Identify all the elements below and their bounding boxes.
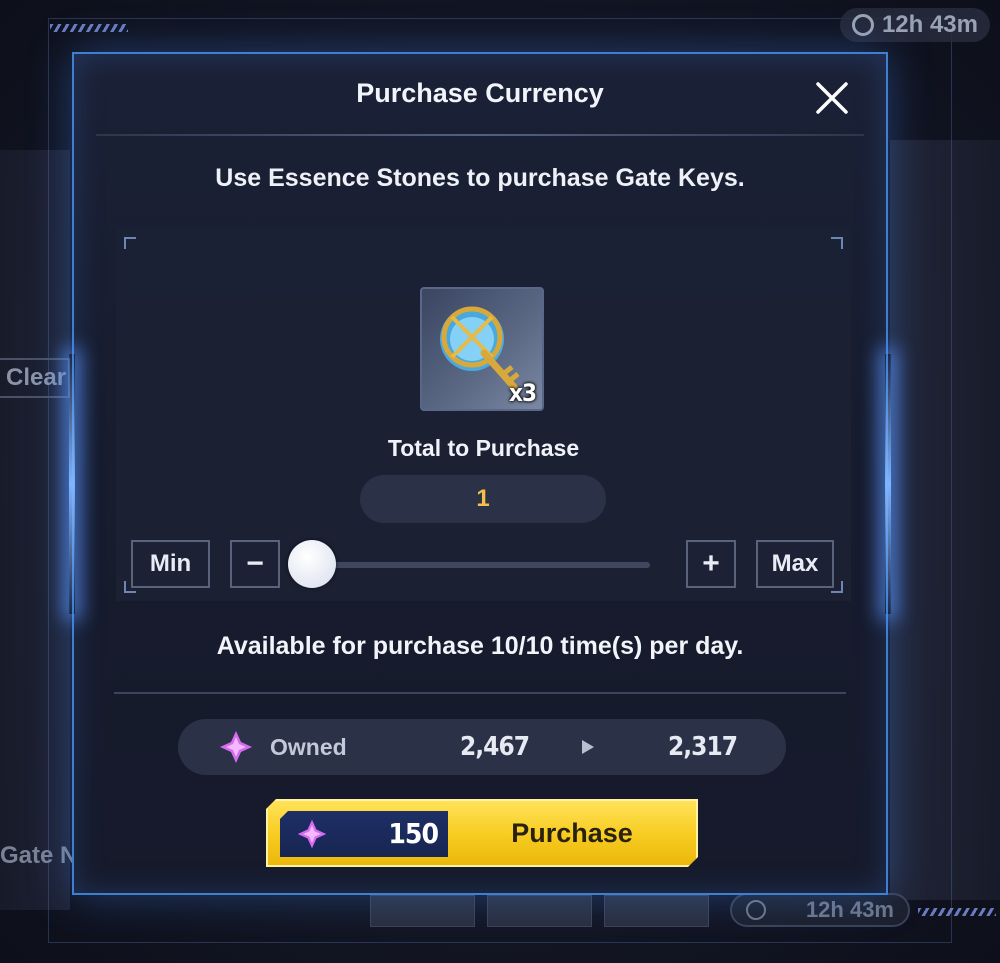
background-gate-label: Gate N [0,842,78,869]
essence-stone-icon [220,731,252,763]
decrease-button[interactable]: − [230,540,280,588]
background-timer-bottom: 12h 43m [729,893,910,927]
clock-icon [745,900,766,920]
quantity-slider-track[interactable] [302,562,650,568]
purchase-cost-value: 150 [388,817,438,850]
close-button[interactable] [812,78,852,118]
purchase-button-label: Purchase [511,818,633,848]
background-slot [487,895,592,927]
timer-text: 12h 43m [805,897,894,922]
purchase-cost: 150 [280,811,448,857]
owned-balance-bar: Owned 2,467 2,317 [178,719,786,775]
section-divider [114,692,846,694]
purchase-currency-dialog: Purchase Currency Use Essence Stones to … [69,52,891,895]
background-stripe-right [918,908,996,916]
gate-key-item[interactable]: x3 [420,287,544,411]
background-slots [370,895,709,927]
item-panel: x3 Total to Purchase 1 Min − + Max [116,229,851,601]
corner-bracket [831,237,843,249]
background-stripe [50,24,128,32]
clock-icon [851,14,874,36]
total-to-purchase-label: Total to Purchase [387,435,580,461]
owned-after-value: 2,317 [668,732,738,762]
owned-label: Owned [270,734,347,760]
purchase-limit-text: Available for purchase 10/10 time(s) per… [216,632,744,660]
owned-current-value: 2,467 [460,732,530,762]
dialog-title: Purchase Currency [356,78,604,108]
background-clear-button: Clear [0,358,70,398]
arrow-right-icon [582,740,594,754]
max-button[interactable]: Max [756,540,834,588]
total-quantity-value: 1 [360,475,606,523]
dialog-subtitle: Use Essence Stones to purchase Gate Keys… [215,164,745,192]
item-quantity-badge: x3 [509,379,537,407]
min-button[interactable]: Min [131,540,210,588]
background-timer: 12h 43m [839,8,990,42]
quantity-slider-thumb[interactable] [288,540,336,588]
title-divider [96,134,864,136]
purchase-button[interactable]: 150 Purchase [266,799,698,867]
corner-bracket [124,237,136,249]
background-slot [370,895,475,927]
background-slot [604,895,709,927]
close-icon [816,82,848,114]
timer-text: 12h 43m [881,11,978,38]
increase-button[interactable]: + [686,540,736,588]
essence-stone-icon [296,818,328,850]
